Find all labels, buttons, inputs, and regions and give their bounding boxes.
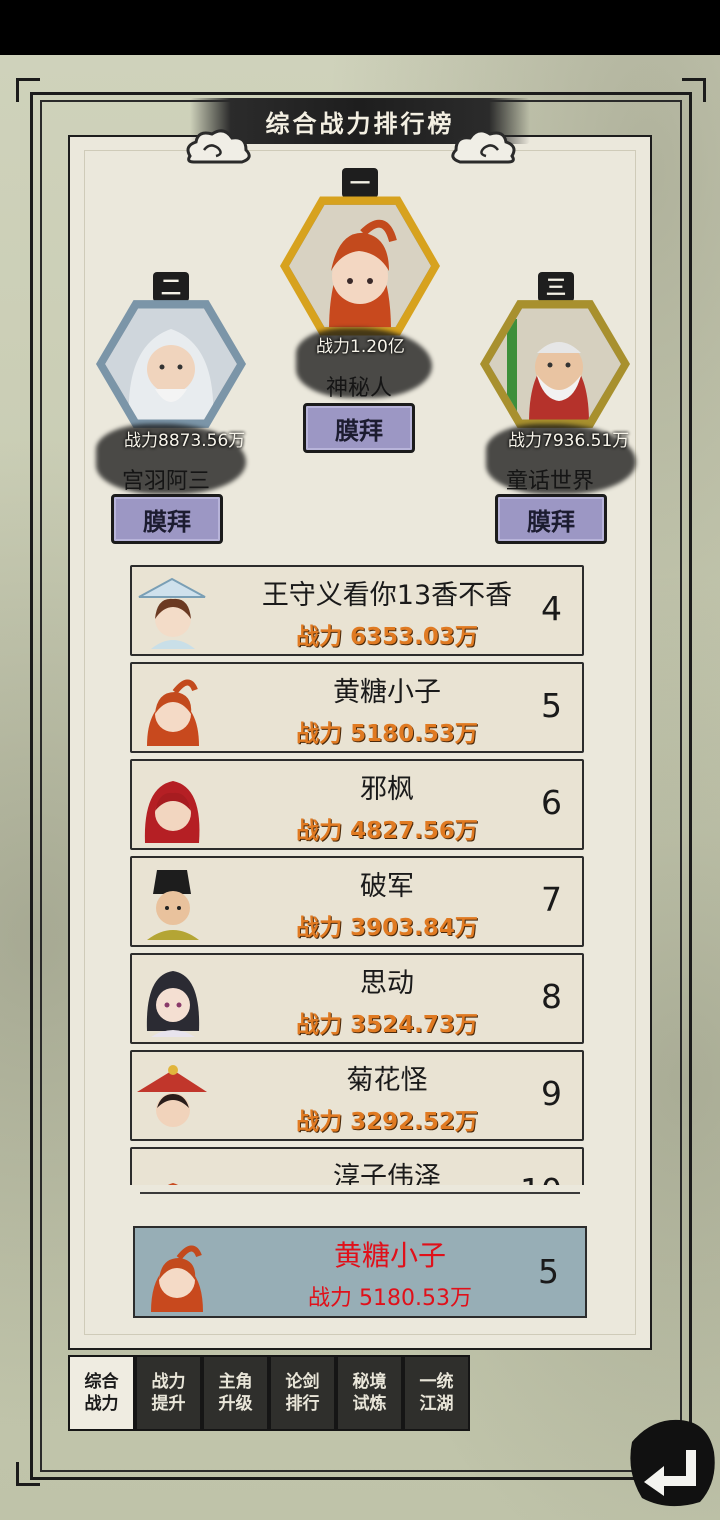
- my-rank: 5: [538, 1252, 559, 1291]
- list-divider: [140, 1192, 580, 1194]
- player-avatar-icon: [147, 870, 199, 940]
- rank2-name: 宫羽阿三: [122, 469, 211, 494]
- cloud-ornament-icon: [451, 129, 516, 164]
- list-item[interactable]: 黄糖小子 战力 5180.53万 5: [130, 662, 584, 753]
- player-name: 思动: [360, 968, 414, 999]
- back-arrow-icon[interactable]: [622, 1412, 718, 1512]
- tab-bar: 综合 战力 战力 提升 主角 升级 论剑 排行 秘境 试炼 一统 江湖: [68, 1355, 470, 1431]
- page-title: 综合战力排行榜: [265, 108, 455, 138]
- player-rank: 5: [541, 686, 562, 725]
- rank1-avatar-frame[interactable]: [280, 192, 440, 340]
- tab-overall-power[interactable]: 综合 战力: [68, 1355, 135, 1431]
- rank2-avatar-frame[interactable]: [96, 296, 246, 432]
- player-power: 战力 4827.56万: [296, 818, 478, 844]
- player-rank: 9: [541, 1074, 562, 1113]
- player-name: 菊花怪: [346, 1065, 428, 1096]
- ranking-list[interactable]: 王守义看你13香不香 战力 6353.03万 4 黄糖小子 战力 5180.53…: [130, 565, 584, 1185]
- my-power: 战力 5180.53万: [308, 1286, 472, 1311]
- rank2-power: 战力8873.56万: [124, 431, 246, 451]
- cloud-ornament-icon: [186, 129, 251, 164]
- tab-hero-upgrade[interactable]: 主角 升级: [202, 1355, 269, 1431]
- player-avatar-icon: [144, 781, 200, 843]
- player-avatar-icon: [138, 577, 206, 649]
- player-rank: 10: [520, 1171, 562, 1185]
- player-name: 王守义看你13香不香: [261, 580, 513, 611]
- worship-button-2[interactable]: 膜拜: [111, 494, 223, 544]
- player-name: 淳子伟泽: [333, 1162, 441, 1185]
- my-rank-row[interactable]: 黄糖小子 战力 5180.53万 5: [133, 1226, 587, 1318]
- list-item[interactable]: 邪枫 战力 4827.56万 6: [130, 759, 584, 850]
- player-avatar-icon: [147, 679, 199, 746]
- player-name: 黄糖小子: [333, 677, 441, 708]
- rank3-name: 童话世界: [506, 469, 595, 494]
- tab-sword-ranking[interactable]: 论剑 排行: [269, 1355, 336, 1431]
- player-rank: 8: [541, 977, 562, 1016]
- list-item[interactable]: 菊花怪 战力 3292.52万 9: [130, 1050, 584, 1141]
- tab-power-up[interactable]: 战力 提升: [135, 1355, 202, 1431]
- worship-button-1[interactable]: 膜拜: [303, 403, 415, 453]
- tab-secret-trial[interactable]: 秘境 试炼: [336, 1355, 403, 1431]
- list-item[interactable]: 淳子伟泽 10: [130, 1147, 584, 1185]
- status-bar: [0, 0, 720, 55]
- rank1-name: 神秘人: [326, 376, 393, 401]
- my-name: 黄糖小子: [333, 1239, 446, 1272]
- tab-unify-jianghu[interactable]: 一统 江湖: [403, 1355, 470, 1431]
- player-power: 战力 6353.03万: [296, 624, 478, 650]
- player-power: 战力 3903.84万: [296, 915, 478, 941]
- player-avatar-icon: [168, 1183, 178, 1185]
- rank3-avatar-frame[interactable]: [480, 296, 630, 432]
- frame-corner: [16, 1462, 40, 1486]
- list-item[interactable]: 王守义看你13香不香 战力 6353.03万 4: [130, 565, 584, 656]
- player-avatar-icon: [151, 1245, 203, 1312]
- rank1-power: 战力1.20亿: [316, 337, 405, 357]
- player-avatar-icon: [137, 1065, 207, 1127]
- frame-corner: [682, 78, 706, 102]
- player-rank: 6: [541, 783, 562, 822]
- list-item[interactable]: 破军 战力 3903.84万 7: [130, 856, 584, 947]
- player-name: 邪枫: [360, 774, 414, 805]
- player-avatar-icon: [146, 971, 200, 1037]
- list-item[interactable]: 思动 战力 3524.73万 8: [130, 953, 584, 1044]
- player-power: 战力 3292.52万: [296, 1109, 478, 1135]
- frame-corner: [16, 78, 40, 102]
- player-power: 战力 3524.73万: [296, 1012, 478, 1038]
- player-name: 破军: [360, 871, 414, 902]
- worship-button-3[interactable]: 膜拜: [495, 494, 607, 544]
- player-power: 战力 5180.53万: [296, 721, 478, 747]
- player-rank: 4: [541, 589, 562, 628]
- rank3-power: 战力7936.51万: [508, 431, 630, 451]
- player-rank: 7: [541, 880, 562, 919]
